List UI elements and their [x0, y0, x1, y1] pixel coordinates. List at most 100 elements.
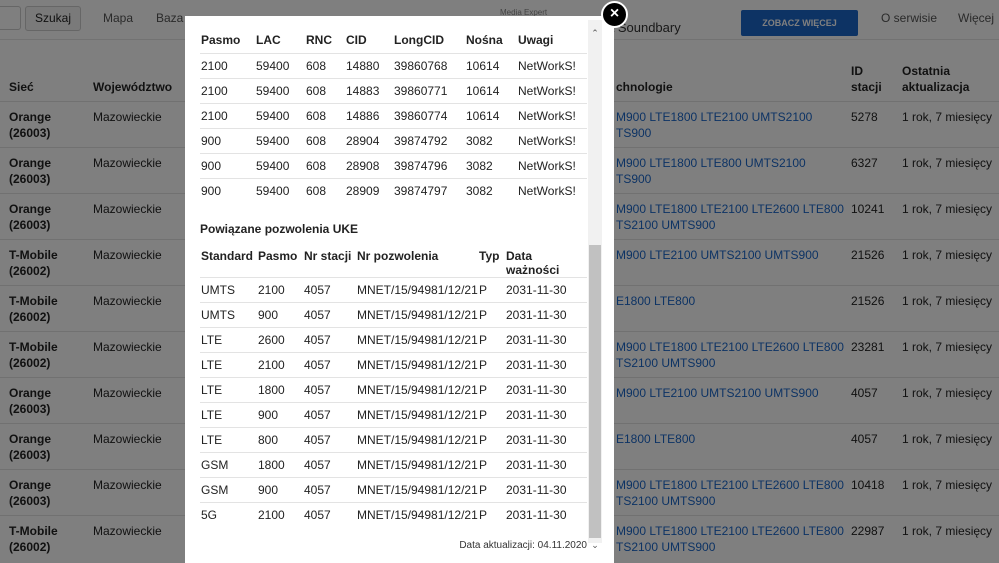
cell-carrier: 3082 — [465, 152, 517, 178]
permit-standard: GSM — [200, 477, 257, 503]
cell-cid: 14880 — [345, 52, 393, 78]
cell-lac: 59400 — [255, 127, 305, 153]
permit-station-number: 4057 — [303, 452, 356, 478]
modal-scrollbar-thumb[interactable] — [589, 245, 601, 538]
cell-rnc: 608 — [305, 102, 345, 128]
permit-expiry-date: 2031-11-30 — [505, 402, 587, 428]
permits-header-permit-number: Nr pozwolenia — [357, 249, 439, 263]
cell-longcid: 39860768 — [393, 52, 465, 78]
permit-type: P — [478, 277, 505, 303]
cell-band: 2100 — [200, 102, 255, 128]
permit-station-number: 4057 — [303, 427, 356, 453]
table-row: 2100 59400 608 14886 39860774 10614 NetWorkS! — [200, 102, 587, 128]
cells-table-header: Pasmo LAC RNC CID LongCID Nośna Uwagi — [200, 28, 587, 53]
permit-type: P — [478, 352, 505, 378]
permit-expiry-date: 2031-11-30 — [505, 352, 587, 378]
table-row: UMTS 900 4057 MNET/15/94981/12/21 P 2031-11-3… — [200, 302, 587, 328]
permits-header-band: Pasmo — [258, 249, 298, 263]
cell-band: 2100 — [200, 77, 255, 103]
table-row: 5G 2100 4057 MNET/15/94981/12/21 P 2031-11-30 — [200, 502, 587, 528]
permit-expiry-date: 2031-11-30 — [505, 502, 587, 528]
permit-standard: LTE — [200, 377, 257, 403]
cell-rnc: 608 — [305, 52, 345, 78]
cell-notes: NetWorkS! — [517, 127, 587, 153]
permit-type: P — [478, 327, 505, 353]
permit-number: MNET/15/94981/12/21 — [356, 277, 478, 303]
permit-band: 900 — [257, 302, 303, 328]
cells-table: Pasmo LAC RNC CID LongCID Nośna Uwagi 21… — [200, 28, 587, 203]
permits-table-body: UMTS 2100 4057 MNET/15/94981/12/21 P 2031-11-… — [200, 277, 587, 528]
permits-header-expiry-date: Data ważności — [506, 249, 560, 277]
permit-station-number: 4057 — [303, 402, 356, 428]
cell-band: 2100 — [200, 52, 255, 78]
cells-header-rnc: RNC — [306, 33, 332, 47]
cell-notes: NetWorkS! — [517, 152, 587, 178]
station-details-modal: Pasmo LAC RNC CID LongCID Nośna Uwagi 21… — [185, 16, 614, 563]
cell-cid: 28904 — [345, 127, 393, 153]
cell-lac: 59400 — [255, 102, 305, 128]
cell-lac: 59400 — [255, 77, 305, 103]
cell-carrier: 10614 — [465, 52, 517, 78]
permit-expiry-date: 2031-11-30 — [505, 302, 587, 328]
cell-longcid: 39860774 — [393, 102, 465, 128]
scroll-down-arrow-icon[interactable]: ⌄ — [589, 539, 601, 551]
cell-longcid: 39874797 — [393, 177, 465, 203]
permit-standard: LTE — [200, 402, 257, 428]
permit-standard: 5G — [200, 502, 257, 528]
cell-carrier: 3082 — [465, 177, 517, 203]
scroll-up-arrow-icon[interactable]: ⌃ — [589, 27, 601, 39]
permit-band: 900 — [257, 402, 303, 428]
permit-number: MNET/15/94981/12/21 — [356, 302, 478, 328]
modal-content: Pasmo LAC RNC CID LongCID Nośna Uwagi 21… — [200, 28, 587, 528]
permit-band: 1800 — [257, 452, 303, 478]
cells-header-carrier: Nośna — [466, 33, 503, 47]
permit-number: MNET/15/94981/12/21 — [356, 352, 478, 378]
permit-number: MNET/15/94981/12/21 — [356, 477, 478, 503]
cell-cid: 14886 — [345, 102, 393, 128]
cell-rnc: 608 — [305, 77, 345, 103]
cells-table-body: 2100 59400 608 14880 39860768 10614 NetWorkS! 2… — [200, 52, 587, 203]
permits-table-header: Standard Pasmo Nr stacji Nr pozwolenia T… — [200, 244, 587, 278]
permit-type: P — [478, 377, 505, 403]
permit-band: 2600 — [257, 327, 303, 353]
cell-band: 900 — [200, 152, 255, 178]
cells-header-longcid: LongCID — [394, 33, 444, 47]
permit-type: P — [478, 402, 505, 428]
permit-standard: UMTS — [200, 302, 257, 328]
cell-longcid: 39874796 — [393, 152, 465, 178]
cell-lac: 59400 — [255, 152, 305, 178]
table-row: GSM 1800 4057 MNET/15/94981/12/21 P 2031-11-3… — [200, 452, 587, 478]
permit-expiry-date: 2031-11-30 — [505, 477, 587, 503]
permit-station-number: 4057 — [303, 352, 356, 378]
permit-type: P — [478, 452, 505, 478]
cell-carrier: 3082 — [465, 127, 517, 153]
permits-header-type: Typ — [479, 249, 500, 263]
permit-standard: LTE — [200, 352, 257, 378]
cells-header-band: Pasmo — [201, 33, 241, 47]
permit-standard: LTE — [200, 427, 257, 453]
table-row: LTE 2600 4057 MNET/15/94981/12/21 P 2031-11-3… — [200, 327, 587, 353]
cells-header-lac: LAC — [256, 33, 281, 47]
last-update-date: Data aktualizacji: 04.11.2020 — [459, 540, 587, 551]
permit-band: 900 — [257, 477, 303, 503]
table-row: LTE 2100 4057 MNET/15/94981/12/21 P 2031-11-3… — [200, 352, 587, 378]
permit-station-number: 4057 — [303, 302, 356, 328]
permit-number: MNET/15/94981/12/21 — [356, 327, 478, 353]
cell-rnc: 608 — [305, 152, 345, 178]
close-modal-button[interactable]: × — [601, 1, 628, 28]
permit-type: P — [478, 502, 505, 528]
table-row: 2100 59400 608 14880 39860768 10614 NetWorkS! — [200, 52, 587, 78]
permit-standard: GSM — [200, 452, 257, 478]
permit-station-number: 4057 — [303, 477, 356, 503]
table-row: LTE 900 4057 MNET/15/94981/12/21 P 2031-11-30 — [200, 402, 587, 428]
table-row: UMTS 2100 4057 MNET/15/94981/12/21 P 2031-11-… — [200, 277, 587, 303]
table-row: 2100 59400 608 14883 39860771 10614 NetWorkS! — [200, 77, 587, 103]
permit-band: 2100 — [257, 502, 303, 528]
permit-expiry-date: 2031-11-30 — [505, 277, 587, 303]
table-row: LTE 1800 4057 MNET/15/94981/12/21 P 2031-11-3… — [200, 377, 587, 403]
permit-type: P — [478, 427, 505, 453]
cell-rnc: 608 — [305, 127, 345, 153]
cell-longcid: 39874792 — [393, 127, 465, 153]
cell-notes: NetWorkS! — [517, 177, 587, 203]
permit-band: 1800 — [257, 377, 303, 403]
